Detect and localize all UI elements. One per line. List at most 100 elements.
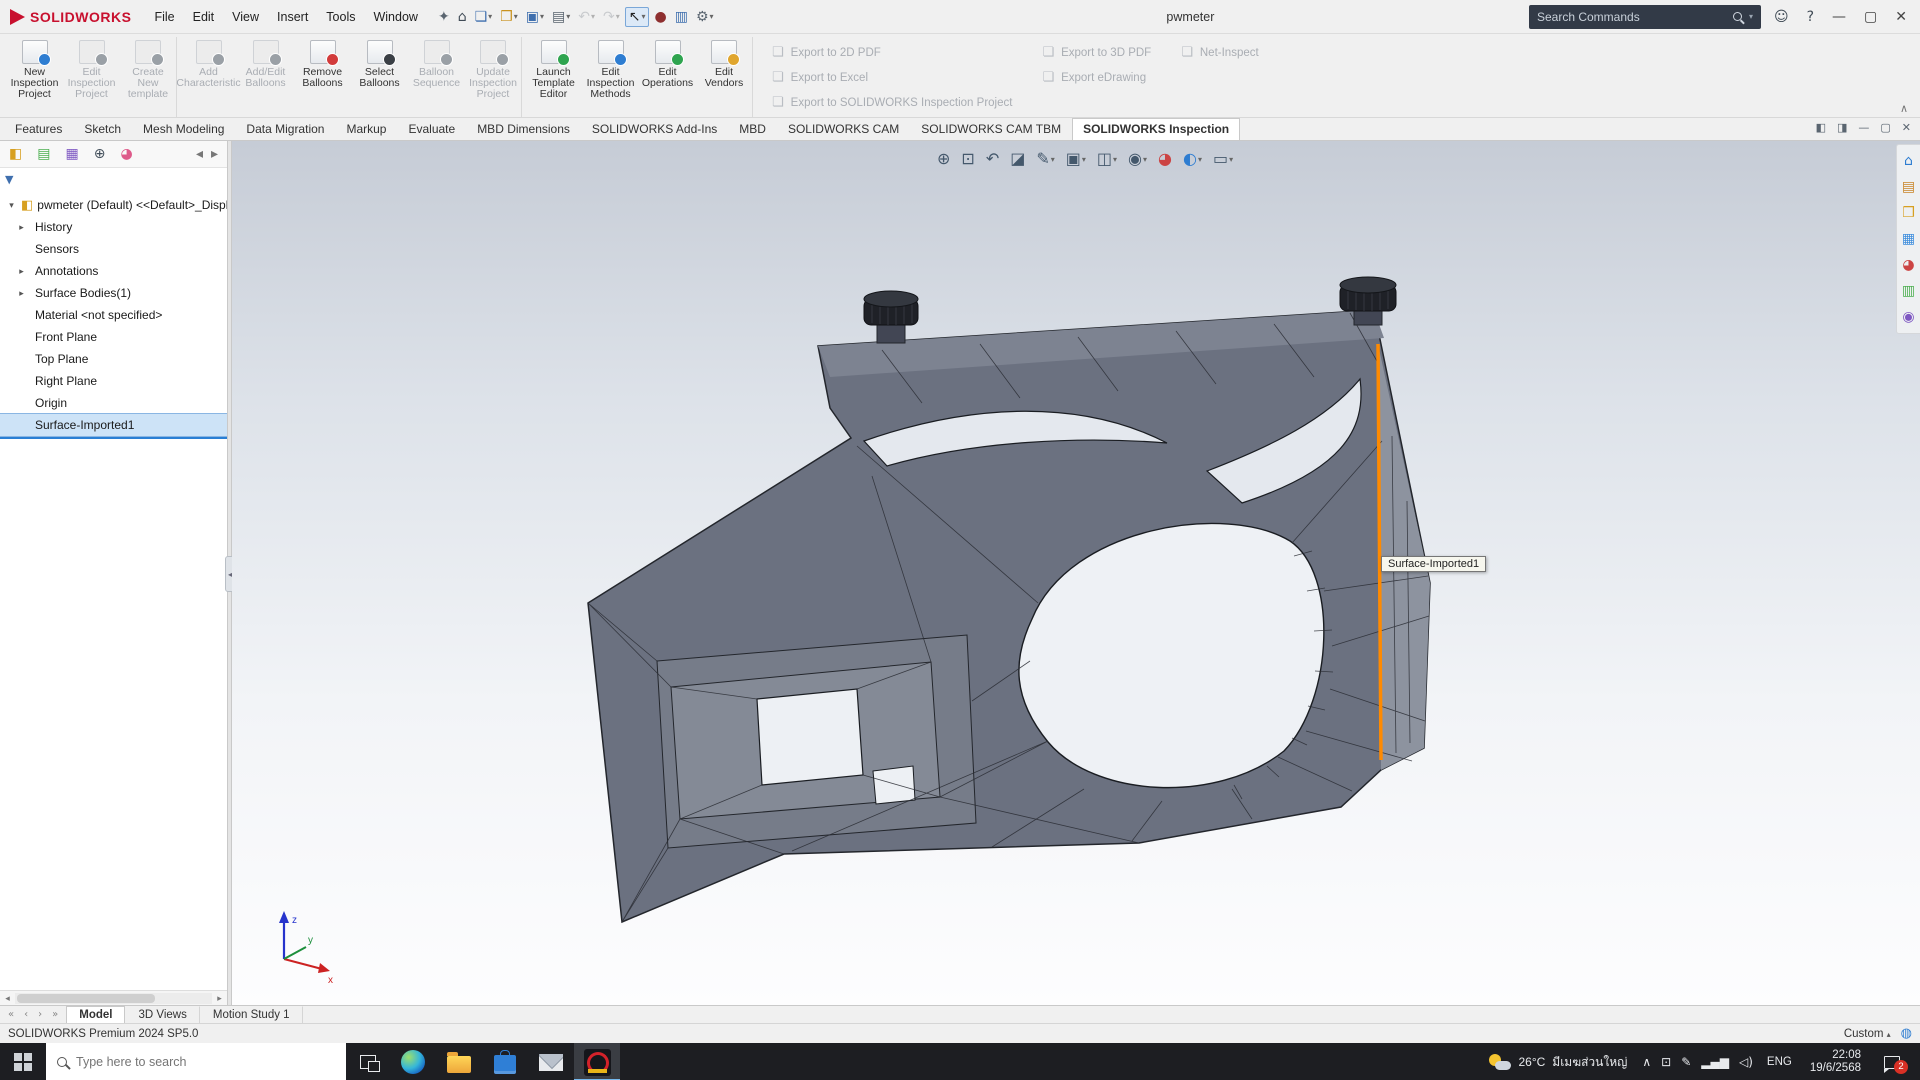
expand-arrow-icon[interactable]: ▾ bbox=[6, 200, 17, 211]
search-input[interactable] bbox=[76, 1055, 335, 1069]
pane-right-icon[interactable]: ◨ bbox=[1834, 120, 1850, 135]
edge-icon[interactable] bbox=[390, 1043, 436, 1080]
tab-mbd[interactable]: MBD bbox=[728, 118, 777, 140]
cylinder-boss-left[interactable] bbox=[864, 291, 918, 343]
weather-widget[interactable]: 26°C มีเมฆส่วนใหญ่ bbox=[1480, 1053, 1636, 1072]
propertymanager-icon[interactable]: ▤ bbox=[34, 145, 53, 163]
view-settings-icon[interactable]: ▭▾ bbox=[1210, 149, 1236, 169]
add-characteristic-button[interactable]: Add Characteristic bbox=[180, 37, 237, 117]
display-tray-icon[interactable]: ⊡ bbox=[1656, 1054, 1676, 1070]
edit-vendors-button[interactable]: Edit Vendors bbox=[696, 37, 753, 117]
action-center-button[interactable]: 2 bbox=[1871, 1056, 1913, 1069]
net-inspect-button[interactable]: ❏Net-Inspect bbox=[1181, 45, 1258, 60]
custom-view-selector[interactable]: Custom ▴ bbox=[1844, 1028, 1891, 1040]
search-commands-box[interactable]: Search Commands ▾ bbox=[1529, 5, 1761, 29]
edit-inspection-methods-button[interactable]: Edit Inspection Methods bbox=[582, 37, 639, 117]
expand-arrow-icon[interactable]: ▸ bbox=[16, 222, 27, 233]
filter-icon[interactable]: ▼ bbox=[5, 174, 13, 185]
volume-icon[interactable]: ◁) bbox=[1734, 1054, 1758, 1070]
new-document-icon[interactable]: ❏▾ bbox=[472, 8, 496, 26]
select-balloons-button[interactable]: Select Balloons bbox=[351, 37, 408, 117]
user-account-icon[interactable]: ☺ bbox=[1767, 7, 1796, 27]
zoom-fit-icon[interactable]: ⊕ bbox=[934, 149, 953, 169]
hide-show-icon[interactable]: ◉▾ bbox=[1125, 149, 1150, 169]
scroll-right-icon[interactable]: ▸ bbox=[212, 993, 227, 1004]
appearances-icon[interactable]: ◕ bbox=[1899, 256, 1917, 274]
tree-item-origin[interactable]: Origin bbox=[0, 392, 227, 414]
search-caret-icon[interactable]: ▾ bbox=[1749, 12, 1753, 21]
save-icon[interactable]: ▣▾ bbox=[523, 8, 547, 26]
close-pane-icon[interactable]: ✕ bbox=[1899, 120, 1914, 135]
tree-item-right-plane[interactable]: Right Plane bbox=[0, 370, 227, 392]
undo-icon[interactable]: ↶▾ bbox=[575, 8, 598, 26]
tab-markup[interactable]: Markup bbox=[335, 118, 397, 140]
select-icon[interactable]: ↖▾ bbox=[625, 7, 650, 27]
tab-solidworks-add-ins[interactable]: SOLIDWORKS Add-Ins bbox=[581, 118, 728, 140]
first-icon[interactable]: « bbox=[5, 1008, 17, 1022]
launch-template-editor-button[interactable]: Launch Template Editor bbox=[525, 37, 582, 117]
remove-balloons-button[interactable]: Remove Balloons bbox=[294, 37, 351, 117]
solidworks-icon[interactable] bbox=[574, 1043, 620, 1080]
update-inspection-project-button[interactable]: Update Inspection Project bbox=[465, 37, 522, 117]
scroll-left-icon[interactable]: ◂ bbox=[0, 993, 15, 1004]
file-explorer-pane-icon[interactable]: ❒ bbox=[1899, 204, 1918, 222]
file-explorer-icon[interactable] bbox=[436, 1043, 482, 1080]
tab-solidworks-cam-tbm[interactable]: SOLIDWORKS CAM TBM bbox=[910, 118, 1072, 140]
network-icon[interactable]: ▂▄▆ bbox=[1696, 1054, 1734, 1070]
tab-solidworks-inspection[interactable]: SOLIDWORKS Inspection bbox=[1072, 118, 1240, 140]
featuremanager-icon[interactable]: ◧ bbox=[6, 145, 25, 163]
taskbar-search[interactable] bbox=[46, 1043, 346, 1080]
graphics-viewport[interactable]: ⊕⊡↶◪✎▾▣▾◫▾◉▾◕◐▾▭▾ ⌂▤❒▦◕▥◉ bbox=[232, 141, 1920, 1005]
rebuild-icon[interactable]: ● bbox=[651, 8, 669, 26]
view-palette-icon[interactable]: ▦ bbox=[1899, 230, 1918, 248]
tab-mesh-modeling[interactable]: Mesh Modeling bbox=[132, 118, 235, 140]
sw-resources-icon[interactable]: ⌂ bbox=[1901, 152, 1916, 170]
create-new-template-button[interactable]: Create New template bbox=[120, 37, 177, 117]
options-gear-icon[interactable]: ⚙▾ bbox=[693, 8, 717, 26]
menu-window[interactable]: Window bbox=[364, 7, 426, 27]
forum-icon[interactable]: ◉ bbox=[1899, 308, 1917, 326]
export-3d-pdf-button[interactable]: ❏Export to 3D PDF bbox=[1042, 45, 1151, 60]
tree-item-surface-bodies[interactable]: ▸Surface Bodies(1) bbox=[0, 282, 227, 304]
edit-appearance-icon[interactable]: ◕ bbox=[1155, 149, 1175, 169]
open-icon[interactable]: ❒▾ bbox=[497, 8, 521, 26]
tab-evaluate[interactable]: Evaluate bbox=[397, 118, 466, 140]
export-2d-pdf-button[interactable]: ❏Export to 2D PDF bbox=[772, 45, 1012, 60]
dimxpertmanager-icon[interactable]: ⊕ bbox=[91, 145, 109, 163]
tab-left-icon[interactable]: ◂ bbox=[193, 145, 206, 163]
tree-item-surface-imported1[interactable]: Surface-Imported1 bbox=[0, 414, 227, 436]
add-edit-balloons-button[interactable]: Add/Edit Balloons bbox=[237, 37, 294, 117]
export-excel-button[interactable]: ❏Export to Excel bbox=[772, 70, 1012, 85]
scrollbar-thumb[interactable] bbox=[17, 994, 155, 1003]
annotation-views-icon[interactable]: ✎▾ bbox=[1033, 149, 1057, 169]
minimize-window-icon[interactable]: — bbox=[1825, 7, 1853, 27]
print-icon[interactable]: ▤▾ bbox=[549, 8, 573, 26]
maximize-window-icon[interactable]: ▢ bbox=[1857, 7, 1884, 27]
tree-item-front-plane[interactable]: Front Plane bbox=[0, 326, 227, 348]
configurationmanager-icon[interactable]: ▦ bbox=[62, 145, 81, 163]
menu-tools[interactable]: Tools bbox=[317, 7, 364, 27]
mail-icon[interactable] bbox=[528, 1043, 574, 1080]
export-edrawing-button[interactable]: ❏Export eDrawing bbox=[1042, 70, 1151, 85]
rollback-bar[interactable] bbox=[0, 436, 227, 439]
pen-tray-icon[interactable]: ✎ bbox=[1676, 1054, 1696, 1070]
globe-icon[interactable]: ◍ bbox=[1901, 1027, 1912, 1040]
tab-sketch[interactable]: Sketch bbox=[73, 118, 132, 140]
redo-icon[interactable]: ↷▾ bbox=[600, 8, 623, 26]
edit-operations-button[interactable]: Edit Operations bbox=[639, 37, 696, 117]
pane-left-icon[interactable]: ◧ bbox=[1813, 120, 1829, 135]
pin-icon[interactable]: ✦ bbox=[435, 8, 453, 26]
zoom-area-icon[interactable]: ⊡ bbox=[958, 149, 977, 169]
tree-item-sensors[interactable]: Sensors bbox=[0, 238, 227, 260]
tree-item-history[interactable]: ▸History bbox=[0, 216, 227, 238]
close-window-icon[interactable]: ✕ bbox=[1888, 7, 1914, 27]
display-style-icon[interactable]: ◫▾ bbox=[1094, 149, 1120, 169]
restore-pane-icon[interactable]: ▢ bbox=[1877, 120, 1893, 135]
start-button[interactable] bbox=[0, 1043, 46, 1080]
balloon-sequence-button[interactable]: Balloon Sequence bbox=[408, 37, 465, 117]
expand-arrow-icon[interactable]: ▸ bbox=[16, 288, 27, 299]
collapse-ribbon-icon[interactable]: ∧ bbox=[1900, 103, 1908, 114]
file-properties-icon[interactable]: ▥ bbox=[672, 8, 691, 26]
motion-study-tab[interactable]: Motion Study 1 bbox=[200, 1006, 303, 1023]
expand-arrow-icon[interactable]: ▸ bbox=[16, 266, 27, 277]
